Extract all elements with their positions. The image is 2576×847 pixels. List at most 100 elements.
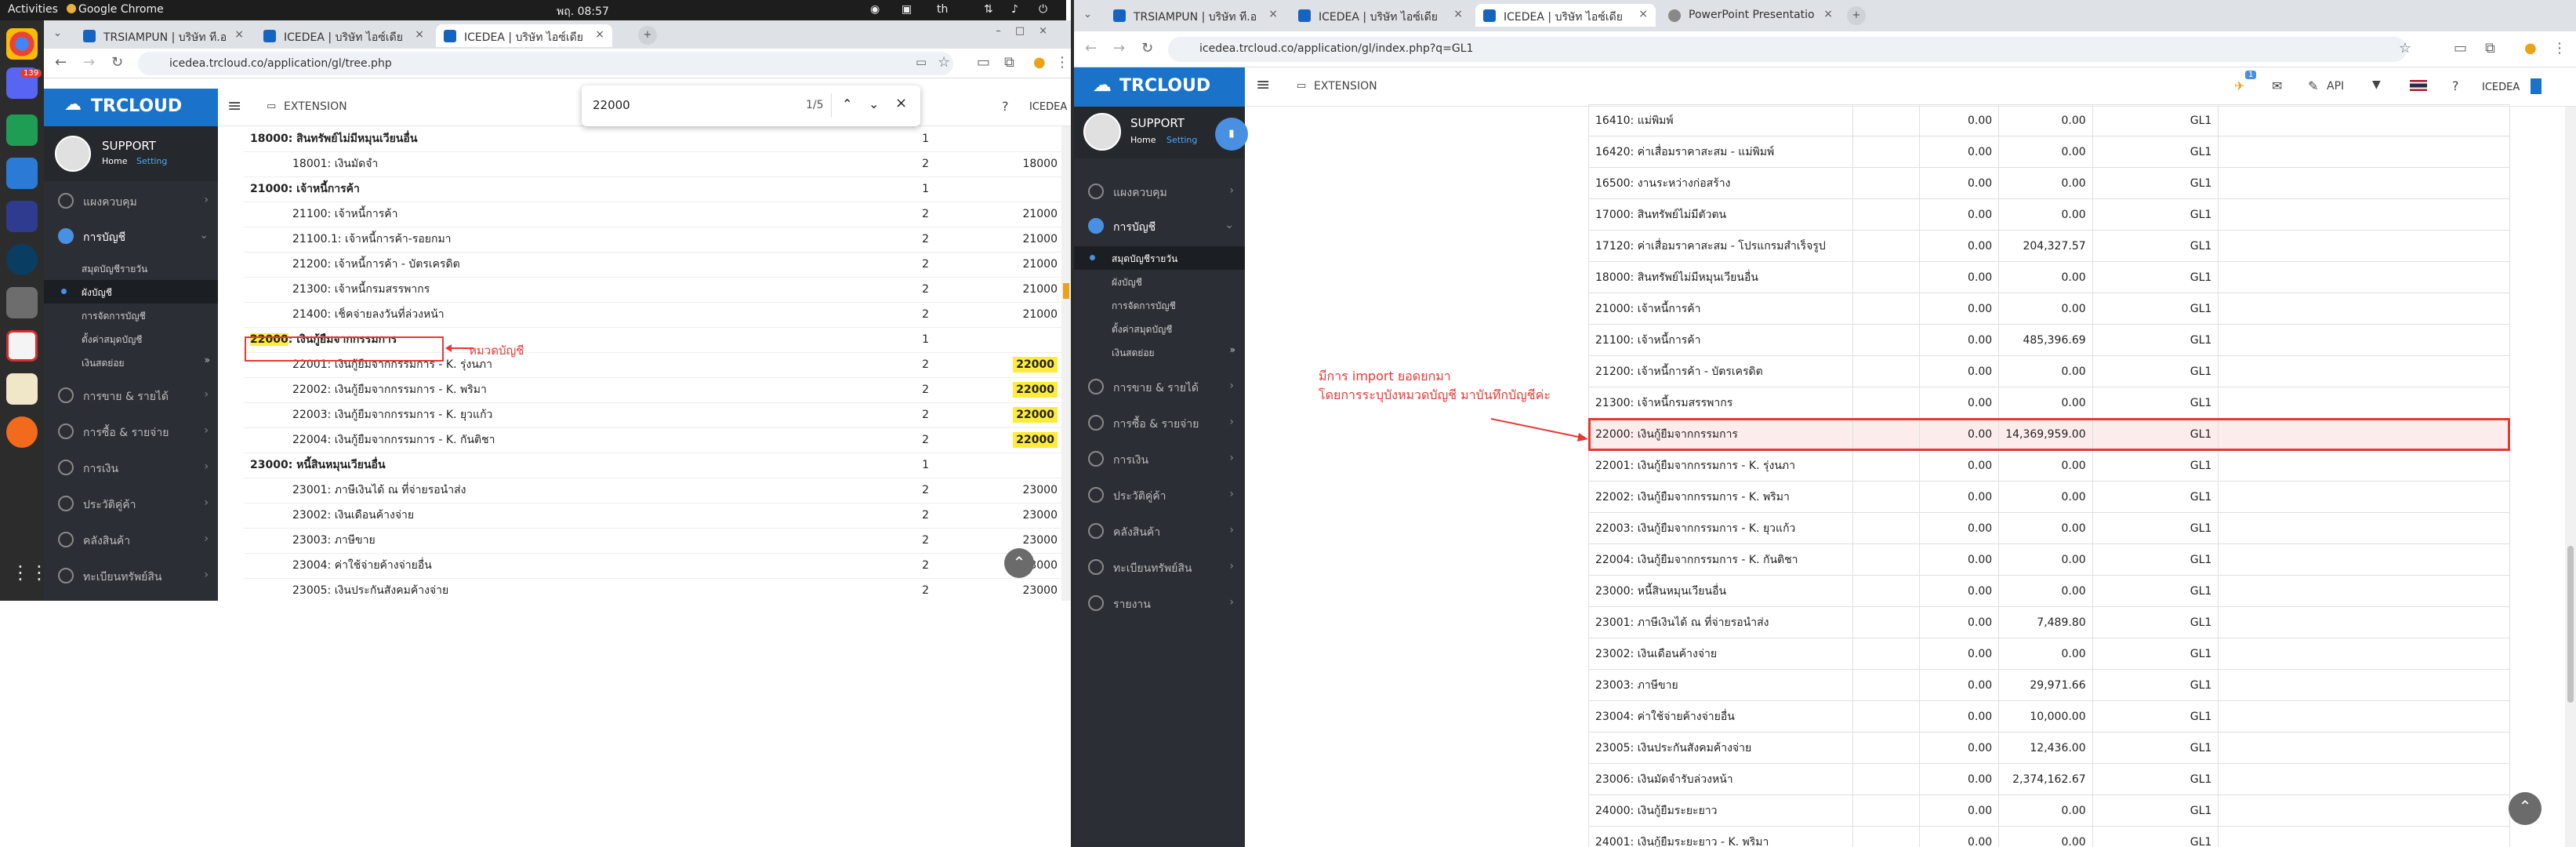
gl-table-row[interactable]: 22003: เงินกู้ยืมจากกรรมการ - K. ยุวแก้ว… [1588, 512, 2510, 544]
api-link[interactable]: API [2327, 80, 2344, 93]
forward-icon[interactable]: → [1113, 40, 1125, 56]
account-tree-row[interactable]: 22002: เงินกู้ยืมจากกรรมการ - K. พริมา 2 2… [244, 377, 1067, 403]
scrollbar[interactable] [1061, 126, 1071, 601]
back-icon[interactable]: ← [55, 54, 67, 71]
gl-table-row[interactable]: 23005: เงินประกันสังคมค้างจ่าย 0.00 12,436… [1588, 732, 2510, 764]
profile-icon[interactable]: ● [1033, 54, 1046, 71]
profile-icon[interactable]: ● [2524, 40, 2537, 56]
extensions-icon[interactable]: ⧉ [1004, 54, 1014, 71]
window-controls[interactable]: –□× [996, 25, 1061, 37]
gl-table-row[interactable]: 23000: หนี้สินหมุนเวียนอื่น 0.00 0.00 GL1 [1588, 575, 2510, 607]
gl-table-row[interactable]: 16500: งานระหว่างก่อสร้าง 0.00 0.00 GL1 [1588, 167, 2510, 199]
account-tree-row[interactable]: 22003: เงินกู้ยืมจากกรรมการ - K. ยุวแก้ว… [244, 402, 1067, 428]
pen-dock-icon[interactable] [6, 416, 38, 448]
scroll-top-button[interactable]: ⌃ [2509, 792, 2542, 825]
right-tab-4[interactable]: PowerPoint Presentatio × [1660, 4, 1841, 27]
submenu-chart-of-accounts[interactable]: ผังบัญชี [44, 280, 218, 304]
right-tab-2[interactable]: ICEDEA | บริษัท ไอซ์เดีย × [1290, 4, 1471, 27]
reload-icon[interactable]: ↻ [1141, 40, 1153, 56]
tab-search-icon[interactable]: ⌄ [53, 27, 62, 39]
tray-icon[interactable]: ▣ [902, 3, 912, 16]
power-icon[interactable]: ⏻ [1039, 3, 1047, 16]
gl-table-row[interactable]: 23002: เงินเดือนค้างจ่าย 0.00 0.00 GL1 [1588, 638, 2510, 670]
gl-table-row[interactable]: 17120: ค่าเสื่อมราคาสะสม - โปรแกรมสำเร็จ… [1588, 230, 2510, 262]
submenu-journal[interactable]: สมุดบัญชีรายวัน [44, 256, 218, 280]
avatar[interactable] [55, 136, 91, 172]
company-name[interactable]: ICEDEA [2482, 82, 2520, 93]
spreadsheet-dock-icon[interactable] [6, 115, 38, 146]
close-icon[interactable]: × [415, 28, 424, 41]
cast-icon[interactable]: ▭ [2454, 40, 2467, 56]
gl-table-row[interactable]: 23001: ภาษีเงินได้ ณ ที่จ่ายรอนำส่ง 0.00 7… [1588, 606, 2510, 638]
mail-icon[interactable]: ✉ [2272, 78, 2282, 93]
help-icon[interactable]: ? [1002, 99, 1009, 114]
trcloud-logo[interactable]: ☁ TRCLOUD [1074, 67, 1245, 107]
submenu-journal[interactable]: สมุดบัญชีรายวัน [1074, 246, 1245, 270]
reload-icon[interactable]: ↻ [111, 54, 123, 71]
sidebar-item-finance[interactable]: การเงิน › [44, 453, 218, 484]
avatar[interactable] [1083, 113, 1121, 151]
submenu-petty-cash[interactable]: เงินสดย่อย» [44, 351, 218, 374]
sidebar-item-dashboard[interactable]: แผงควบคุม › [44, 187, 218, 215]
find-prev-icon[interactable]: ⌃ [842, 96, 852, 111]
language-indicator[interactable]: th [937, 3, 948, 16]
gl-table-row[interactable]: 16410: แม่พิมพ์ 0.00 0.00 GL1 [1588, 104, 2510, 136]
left-tab-2[interactable]: ICEDEA | บริษัท ไอซ์เดีย × [256, 24, 432, 47]
find-input[interactable]: 22000 [593, 98, 630, 112]
close-icon[interactable]: × [1638, 8, 1648, 20]
thai-flag-icon[interactable] [2410, 80, 2427, 91]
setting-link[interactable]: Setting [1166, 135, 1197, 145]
close-icon[interactable]: × [1268, 8, 1278, 20]
account-tree-row[interactable]: 23003: ภาษีขาย 2 23000 [244, 528, 1067, 554]
submenu-account-management[interactable]: การจัดการบัญชี [44, 304, 218, 327]
account-tree-row[interactable]: 23002: เงินเดือนค้างจ่าย 2 23000 [244, 503, 1067, 529]
bookmark-star-icon[interactable]: ☆ [938, 54, 950, 71]
gl-table-row[interactable]: 16420: ค่าเสื่อมราคาสะสม - แม่พิมพ์ 0.00 0… [1588, 136, 2510, 168]
address-bar[interactable]: icedea.trcloud.co/application/gl/tree.ph… [138, 52, 953, 75]
announcement-icon[interactable]: ✈ [2234, 78, 2244, 93]
submenu-account-management[interactable]: การจัดการบัญชี [1074, 293, 1245, 317]
close-icon[interactable]: × [234, 28, 244, 41]
submenu-book-settings[interactable]: ตั้งค่าสมุดบัญชี [44, 327, 218, 351]
gl-table-row[interactable]: 23006: เงินมัดจำรับล่วงหน้า 0.00 2,374,162… [1588, 763, 2510, 795]
volume-icon[interactable]: ♪ [1011, 3, 1018, 16]
gl-table-row[interactable]: 23003: ภาษีขาย 0.00 29,971.66 GL1 [1588, 669, 2510, 701]
forward-icon[interactable]: → [83, 54, 95, 71]
document-dock-icon[interactable] [6, 158, 38, 189]
cast-icon[interactable]: ▭ [977, 54, 990, 71]
extension-link[interactable]: EXTENSION [1314, 80, 1377, 93]
left-tab-3[interactable]: ICEDEA | บริษัท ไอซ์เดีย × [436, 24, 612, 47]
scrollbar[interactable] [2565, 107, 2576, 847]
right-tab-1[interactable]: TRSIAMPUN | บริษัท ที.อ × [1105, 4, 1286, 27]
sidebar-item-finance[interactable]: การเงิน › [1074, 444, 1245, 475]
sidebar-item-purchases[interactable]: การซื้อ & รายจ่าย › [1074, 408, 1245, 439]
home-link[interactable]: Home [1130, 135, 1156, 145]
calculator-dock-icon[interactable] [6, 287, 38, 318]
new-tab-button[interactable]: + [638, 26, 657, 45]
gl-table-row[interactable]: 21100: เจ้าหนี้การค้า 0.00 485,396.69 GL1 [1588, 324, 2510, 356]
gl-table-row[interactable]: 24000: เงินกู้ยืมระยะยาว 0.00 0.00 GL1 [1588, 794, 2510, 827]
account-tree-row[interactable]: 23005: เงินประกันสังคมค้างจ่าย 2 23000 [244, 578, 1067, 601]
account-tree-row[interactable]: 21200: เจ้าหนี้การค้า - บัตรเครดิต 2 21000 [244, 252, 1067, 278]
left-tab-1[interactable]: TRSIAMPUN | บริษัท ที.อ × [75, 24, 252, 47]
close-icon[interactable]: × [1823, 8, 1833, 20]
bookmark-star-icon[interactable]: ☆ [2399, 40, 2411, 56]
close-icon[interactable]: × [595, 28, 604, 41]
sidebar-item-sales[interactable]: การขาย & รายได้ › [1074, 372, 1245, 403]
company-name[interactable]: ICEDEA [1029, 101, 1067, 113]
account-tree-row[interactable]: 21300: เจ้าหนี้กรมสรรพากร 2 21000 [244, 277, 1067, 303]
gl-table-row[interactable]: 21000: เจ้าหนี้การค้า 0.00 0.00 GL1 [1588, 293, 2510, 325]
account-tree-row[interactable]: 22004: เงินกู้ยืมจากกรรมการ - K. กันติชา… [244, 427, 1067, 453]
account-tree-row[interactable]: 21000: เจ้าหนี้การค้า 1 [244, 176, 1067, 202]
app-red-dock-icon[interactable] [6, 330, 38, 362]
trcloud-logo[interactable]: ☁ TRCLOUD [44, 89, 218, 126]
close-icon[interactable]: × [1453, 8, 1463, 20]
setting-link[interactable]: Setting [136, 156, 167, 166]
home-link[interactable]: Home [102, 156, 127, 166]
menu-icon[interactable]: ⋮ [2552, 40, 2567, 56]
sidebar-item-inventory[interactable]: คลังสินค้า › [1074, 516, 1245, 547]
sidebar-item-purchases[interactable]: การซื้อ & รายจ่าย › [44, 416, 218, 448]
account-tree-row[interactable]: 21100: เจ้าหนี้การค้า 2 21000 [244, 202, 1067, 227]
dropdown-icon[interactable]: ▼ [2372, 78, 2381, 91]
network-icon[interactable]: ⇅ [984, 3, 993, 16]
